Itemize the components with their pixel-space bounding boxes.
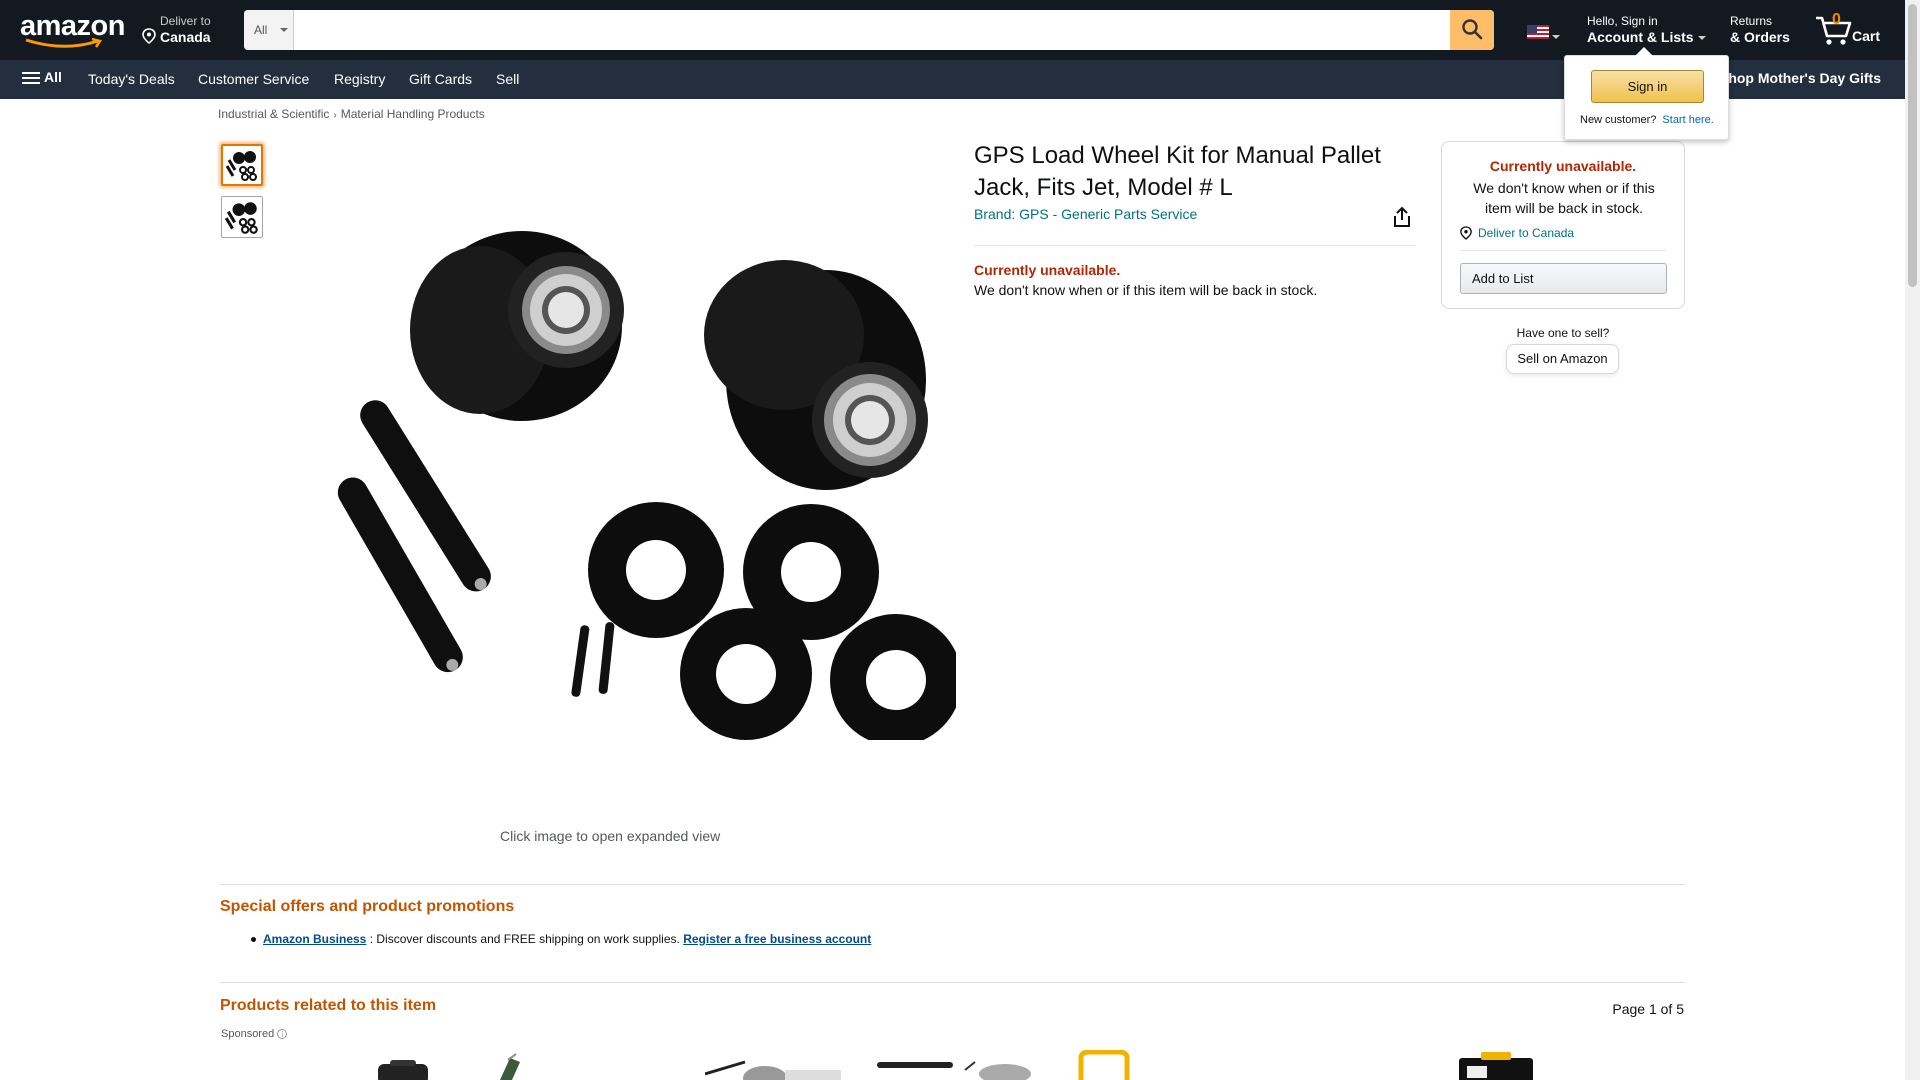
wheel-kit-thumbnail-icon [224,202,258,234]
account-label: Account & Lists [1587,29,1694,45]
search-icon [1462,18,1483,39]
signin-button[interactable]: Sign in [1591,70,1704,103]
related-heading: Products related to this item [220,997,437,1014]
cart-label: Cart [1852,28,1881,44]
search-bar: All [244,10,1494,50]
nav-promo-link[interactable]: Shop Mother's Day Gifts [1719,70,1881,86]
buybox-availability: Currently unavailable. [1489,158,1637,174]
nav-item-customer-service[interactable]: Customer Service [198,71,309,87]
carousel-page-indicator: Page 1 of 5 [1612,1001,1684,1017]
thumbnail-2[interactable] [221,196,263,238]
breadcrumb-material-handling[interactable]: Material Handling Products [341,107,485,121]
search-button[interactable] [1450,10,1494,50]
sell-on-amazon-button[interactable]: Sell on Amazon [1506,344,1619,374]
nav-item-todays-deals[interactable]: Today's Deals [88,71,175,87]
related-product-image-1[interactable] [370,1050,440,1080]
all-menu-label: All [44,69,62,85]
promotion-item: Amazon Business : Discover discounts and… [250,932,871,946]
location-pin-icon [142,28,156,44]
info-icon[interactable]: i [277,1029,288,1039]
sponsored-text: Sponsored [221,1028,275,1040]
smile-icon [25,38,103,48]
breadcrumb-industrial[interactable]: Industrial & Scientific [218,107,329,121]
buy-box: Currently unavailable. We don't know whe… [1441,141,1685,309]
account-lists[interactable]: Hello, Sign in Account & Lists [1587,14,1706,46]
buybox-divider [1460,250,1666,251]
product-main-image[interactable] [266,230,956,740]
promotion-text: : Discover discounts and FREE shipping o… [366,932,684,946]
brand-link[interactable]: Brand: GPS - Generic Parts Service [974,206,1197,222]
section-divider [220,982,1685,983]
cart-button[interactable]: 0 Cart [1812,10,1888,50]
hamburger-icon [22,69,40,87]
logo-text: amazon [20,10,125,42]
us-flag-icon[interactable] [1527,25,1549,39]
signin-flyout: Sign in New customer? Start here. [1564,47,1729,140]
account-label-row: Account & Lists [1587,28,1706,46]
top-nav: amazon Deliver to Canada All Hello, Sign… [0,0,1905,60]
all-menu-button[interactable]: All [22,69,62,87]
orders-label: & Orders [1730,29,1790,45]
buybox-message: We don't know when or if this item will … [1473,180,1655,216]
buybox-deliver-link[interactable]: Deliver to Canada [1460,226,1574,240]
nav-item-gift-cards[interactable]: Gift Cards [409,71,472,87]
thumbnail-1[interactable] [221,144,263,186]
nav-item-registry[interactable]: Registry [334,71,385,87]
location-pin-icon [1460,226,1472,240]
page-scrollbar[interactable] [1905,0,1920,1080]
related-product-image-5[interactable] [1075,1050,1135,1080]
availability-status: Currently unavailable. [974,262,1121,278]
new-customer-text: New customer? [1580,114,1657,126]
scrollbar-thumb[interactable] [1908,4,1917,287]
search-category-label: All [254,23,268,37]
start-here-link[interactable]: Start here. [1662,114,1713,126]
nav-item-sell[interactable]: Sell [496,71,519,87]
flyout-pointer [1635,47,1653,56]
account-greeting: Hello, Sign in [1587,14,1658,28]
wheel-kit-thumbnail-icon [225,151,257,181]
deliver-label: Deliver to [160,14,211,28]
search-input[interactable] [294,10,1450,50]
returns-orders[interactable]: Returns & Orders [1730,14,1790,46]
expand-hint: Click image to open expanded view [500,828,721,844]
cart-count: 0 [1832,11,1841,28]
caret-down-icon [280,28,288,32]
have-one-to-sell: Have one to sell? [1516,326,1610,340]
amazon-logo[interactable]: amazon [20,10,125,48]
register-business-link[interactable]: Register a free business account [683,932,871,946]
returns-label: Returns [1730,14,1773,28]
add-to-list-button[interactable]: Add to List [1460,263,1667,294]
sponsored-label: Sponsored i [221,1028,288,1040]
related-product-image-3[interactable] [705,1050,845,1080]
related-product-image-6[interactable] [1455,1050,1535,1080]
caret-down-icon [1552,35,1560,39]
related-product-image-4[interactable] [875,1050,1035,1080]
deliver-to[interactable]: Deliver to Canada [142,14,211,46]
product-title: GPS Load Wheel Kit for Manual Pallet Jac… [974,142,1381,201]
title-divider [974,245,1416,246]
breadcrumb: Industrial & Scientific › Material Handlin… [218,107,485,121]
availability-message: We don't know when or if this item will … [974,282,1318,298]
section-divider [220,884,1685,885]
chevron-right-icon: › [333,110,337,121]
new-customer-row: New customer? Start here. [1580,114,1714,126]
search-category-select[interactable]: All [244,10,294,50]
related-product-image-2[interactable] [490,1050,540,1080]
amazon-business-link[interactable]: Amazon Business [263,932,366,946]
promotions-heading: Special offers and product promotions [220,898,515,915]
buybox-deliver-label: Deliver to Canada [1478,226,1575,240]
page: amazon Deliver to Canada All Hello, Sign… [0,0,1920,1080]
share-icon[interactable] [1392,206,1412,228]
caret-down-icon [1697,36,1706,41]
